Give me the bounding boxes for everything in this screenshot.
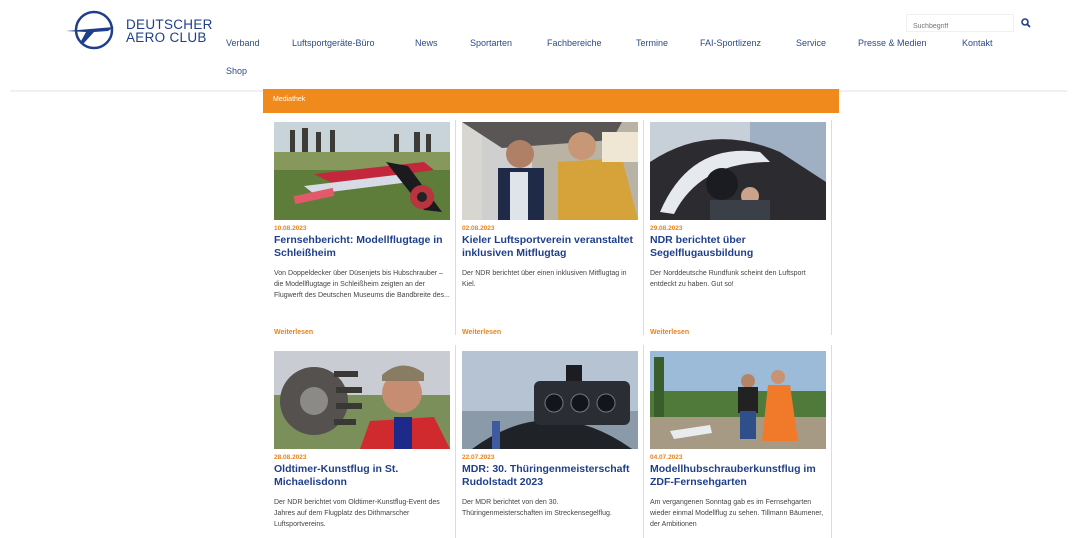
news-card-image-link[interactable] (274, 351, 450, 449)
news-title-link[interactable]: NDR berichtet über Segelflugausbildung (650, 234, 828, 260)
search-box (906, 14, 1014, 35)
column-divider (643, 120, 644, 335)
news-date: 10.08.2023 (274, 225, 307, 232)
nav-item-fachbereiche[interactable]: Fachbereiche (547, 38, 602, 48)
nav-item-termine[interactable]: Termine (636, 38, 668, 48)
nav-item-fai-sportlizenz[interactable]: FAI-Sportlizenz (700, 38, 761, 48)
news-card-image-link[interactable] (462, 122, 638, 220)
news-teaser: Der NDR berichtet vom Oldtimer-Kunstflug… (274, 499, 440, 528)
column-divider (455, 120, 456, 335)
fernsehgarten-photo (650, 351, 826, 449)
nav-item-news[interactable]: News (415, 38, 438, 48)
news-card: 02.08.2023 Kieler Luftsportverein verans… (462, 122, 638, 342)
news-card: 29.08.2023 NDR berichtet über Segelfluga… (650, 122, 826, 342)
news-card-image-link[interactable] (650, 122, 826, 220)
news-title-link[interactable]: MDR: 30. Thüringenmeisterschaft Rudolsta… (462, 463, 640, 489)
nav-item-service[interactable]: Service (796, 38, 826, 48)
news-card: 22.07.2023 MDR: 30. Thüringenmeisterscha… (462, 351, 638, 538)
nav-item-verband[interactable]: Verband (226, 38, 260, 48)
news-card-image-link[interactable] (274, 122, 450, 220)
column-divider (831, 120, 832, 335)
news-teaser: Der Norddeutsche Rundfunk scheint den Lu… (650, 270, 806, 288)
nav-item-shop[interactable]: Shop (226, 66, 247, 76)
nav-item-kontakt[interactable]: Kontakt (962, 38, 993, 48)
read-more-link[interactable]: Weiterlesen (650, 329, 689, 336)
mitflugtag-photo (462, 122, 638, 220)
search-input[interactable] (907, 18, 1013, 35)
news-card-image-link[interactable] (462, 351, 638, 449)
model-aircraft-photo (274, 122, 450, 220)
news-date: 29.08.2023 (650, 225, 683, 232)
search-icon (1021, 18, 1031, 28)
news-date: 28.08.2023 (274, 454, 307, 461)
news-date: 04.07.2023 (650, 454, 683, 461)
glider-instruments-photo (462, 351, 638, 449)
news-teaser: Von Doppeldecker über Düsenjets bis Hubs… (274, 270, 450, 299)
news-date: 22.07.2023 (462, 454, 495, 461)
glider-cockpit-photo (650, 122, 826, 220)
news-card: 28.08.2023 Oldtimer-Kunstflug in St. Mic… (274, 351, 450, 538)
section-banner: Mediathek (263, 89, 839, 113)
column-divider (831, 345, 832, 538)
nav-item-presse-medien[interactable]: Presse & Medien (858, 38, 927, 48)
news-title-link[interactable]: Modellhubschrauberkunstflug im ZDF-Ferns… (650, 463, 828, 489)
main-navigation: Verband Luftsportgeräte-Büro News Sporta… (0, 38, 1077, 52)
news-title-link[interactable]: Oldtimer-Kunstflug in St. Michaelisdonn (274, 463, 452, 489)
news-teaser: Am vergangenen Sonntag gab es im Fernseh… (650, 499, 824, 528)
search-button[interactable] (1018, 15, 1034, 31)
news-card: 10.08.2023 Fernsehbericht: Modellflugtag… (274, 122, 450, 342)
oldtimer-pilot-photo (274, 351, 450, 449)
nav-item-sportarten[interactable]: Sportarten (470, 38, 512, 48)
column-divider (643, 345, 644, 538)
news-title-link[interactable]: Fernsehbericht: Modellflugtage in Schlei… (274, 234, 452, 260)
nav-item-luftsportgeraete-buero[interactable]: Luftsportgeräte-Büro (292, 38, 375, 48)
news-teaser: Der NDR berichtet über einen inklusiven … (462, 270, 627, 288)
section-title: Mediathek (273, 96, 306, 103)
news-teaser: Der MDR berichtet von den 30. Thüringenm… (462, 499, 612, 517)
read-more-link[interactable]: Weiterlesen (274, 329, 313, 336)
news-card: 04.07.2023 Modellhubschrauberkunstflug i… (650, 351, 826, 538)
read-more-link[interactable]: Weiterlesen (462, 329, 501, 336)
news-card-image-link[interactable] (650, 351, 826, 449)
news-title-link[interactable]: Kieler Luftsportverein veranstaltet inkl… (462, 234, 640, 260)
news-date: 02.08.2023 (462, 225, 495, 232)
column-divider (455, 345, 456, 538)
